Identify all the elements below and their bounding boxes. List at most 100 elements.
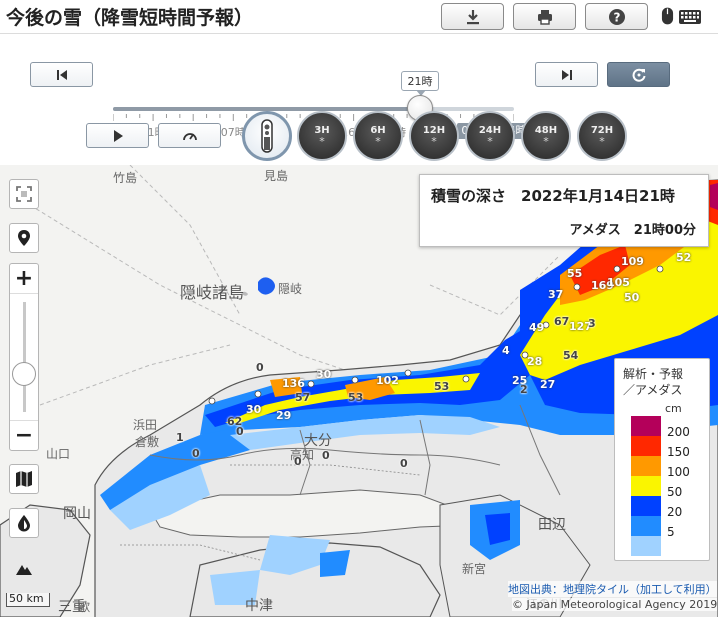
zoom-control: + − — [9, 263, 39, 451]
place-label: 岡山 — [63, 506, 91, 522]
amedas-value[interactable]: 50 — [624, 291, 639, 304]
speedometer-icon — [182, 132, 197, 140]
amedas-value[interactable]: 0 — [400, 457, 408, 470]
amedas-value[interactable]: 2 — [520, 383, 528, 396]
help-button[interactable]: ? — [585, 3, 648, 30]
latest-button[interactable] — [607, 62, 670, 87]
legend-swatch — [631, 456, 661, 476]
snowflake-icon: * — [431, 135, 437, 148]
map-attribution-link[interactable]: 地図出典：地理院タイル（加工して利用） — [508, 581, 717, 597]
amedas-value[interactable]: 27 — [540, 378, 555, 391]
legend-title: 解析・予報 ／アメダス — [623, 366, 683, 398]
fullscreen-button[interactable] — [9, 179, 39, 209]
snowflake-icon: * — [599, 135, 605, 148]
amedas-value[interactable]: 54 — [563, 349, 578, 362]
skip-start-icon — [56, 69, 67, 80]
amedas-value[interactable]: 102 — [376, 374, 399, 387]
amedas-value[interactable]: 3 — [588, 317, 596, 330]
download-icon — [466, 9, 479, 24]
mouse-icon — [661, 7, 674, 25]
mountain-icon — [16, 565, 32, 575]
period-button-48h[interactable]: 48H * — [521, 111, 571, 161]
download-button[interactable] — [441, 3, 504, 30]
legend-swatch — [631, 496, 661, 516]
place-label: 隠岐諸島 — [180, 283, 245, 302]
amedas-value[interactable]: 53 — [434, 380, 449, 393]
amedas-value[interactable]: 28 — [527, 355, 542, 368]
place-label: 竹島 — [113, 171, 138, 185]
place-label: 見島 — [264, 169, 289, 183]
last-frame-button[interactable] — [535, 62, 598, 87]
legend-swatch — [631, 416, 661, 436]
refresh-icon — [632, 68, 645, 82]
map-icon — [16, 471, 32, 487]
legend-label: 5 — [667, 525, 675, 539]
place-label: 田辺 — [538, 517, 566, 533]
period-button-24h[interactable]: 24H * — [465, 111, 515, 161]
legend-unit: cm — [665, 402, 682, 415]
legend-swatch — [631, 536, 661, 556]
legend-swatch — [631, 436, 661, 456]
zoom-in-button[interactable]: + — [10, 264, 38, 294]
print-button[interactable] — [513, 3, 576, 30]
amedas-value[interactable]: 0 — [256, 361, 264, 374]
opacity-button[interactable] — [9, 508, 39, 538]
period-button-3h[interactable]: 3H * — [297, 111, 347, 161]
amedas-value[interactable]: 67 — [554, 315, 569, 328]
svg-text:?: ? — [613, 10, 620, 24]
amedas-value[interactable]: 30 — [246, 403, 261, 416]
amedas-value[interactable]: 29 — [276, 409, 291, 422]
place-label: 新宮 — [462, 562, 487, 576]
period-button-12h[interactable]: 12H * — [409, 111, 459, 161]
page-title: 今後の雪（降雪短時間予報） — [6, 7, 254, 29]
zoom-slider-knob[interactable] — [12, 362, 36, 386]
legend-label: 100 — [667, 465, 690, 479]
amedas-value[interactable]: 105 — [607, 276, 630, 289]
period-button-72h[interactable]: 72H * — [577, 111, 627, 161]
amedas-value[interactable]: 57 — [295, 391, 310, 404]
skip-end-icon — [561, 69, 572, 80]
amedas-value[interactable]: 53 — [348, 391, 363, 404]
copyright: © Japan Meteorological Agency 2019 — [512, 598, 718, 611]
amedas-value[interactable]: 37 — [548, 288, 563, 301]
legend-label: 50 — [667, 485, 683, 499]
keyboard-icon — [679, 10, 701, 24]
amedas-value[interactable]: 0 — [322, 449, 330, 462]
input-mode-toggle[interactable] — [657, 6, 715, 28]
amedas-value[interactable]: 136 — [282, 377, 305, 390]
amedas-value[interactable]: 49 — [529, 321, 544, 334]
legend-title-line2: ／アメダス — [623, 383, 683, 397]
amedas-value[interactable]: 1 — [176, 431, 184, 444]
info-title: 積雪の深さ 2022年1月14日21時 — [431, 187, 675, 205]
fullscreen-icon — [16, 186, 32, 202]
play-button[interactable] — [86, 123, 149, 148]
legend-title-line1: 解析・予報 — [623, 367, 684, 381]
amedas-value[interactable]: 4 — [502, 344, 510, 357]
legend-swatch — [631, 516, 661, 536]
place-label: 歌 — [78, 600, 91, 614]
place-label: 浜田 — [133, 418, 158, 432]
period-button-6h[interactable]: 6H * — [353, 111, 403, 161]
zoom-out-button[interactable]: − — [10, 420, 38, 450]
legend-label: 20 — [667, 505, 683, 519]
snow-map[interactable]: 竹島隠岐諸島隠岐見島山口岡山大分三重田辺新宮江の川浜田倉敷高知中津歌 13610… — [0, 165, 718, 617]
location-pin-icon — [18, 230, 30, 246]
map-layer-button[interactable] — [9, 464, 39, 494]
first-frame-button[interactable] — [30, 62, 93, 87]
legend-label: 150 — [667, 445, 690, 459]
period-current-button[interactable] — [242, 111, 292, 161]
scale-bar: 50 km — [6, 593, 50, 607]
locate-button[interactable] — [9, 223, 39, 253]
speed-button[interactable] — [158, 123, 221, 148]
amedas-value[interactable]: 30 — [316, 368, 331, 381]
amedas-value[interactable]: 52 — [676, 251, 691, 264]
amedas-value[interactable]: 55 — [567, 267, 582, 280]
zoom-slider-track[interactable] — [23, 302, 26, 412]
amedas-value[interactable]: 0 — [192, 447, 200, 460]
play-icon — [113, 129, 123, 142]
amedas-value[interactable]: 109 — [621, 255, 644, 268]
place-label: 中津 — [245, 598, 273, 614]
amedas-value[interactable]: 0 — [236, 425, 244, 438]
amedas-value[interactable]: 0 — [294, 455, 302, 468]
terrain-button[interactable] — [9, 554, 39, 584]
